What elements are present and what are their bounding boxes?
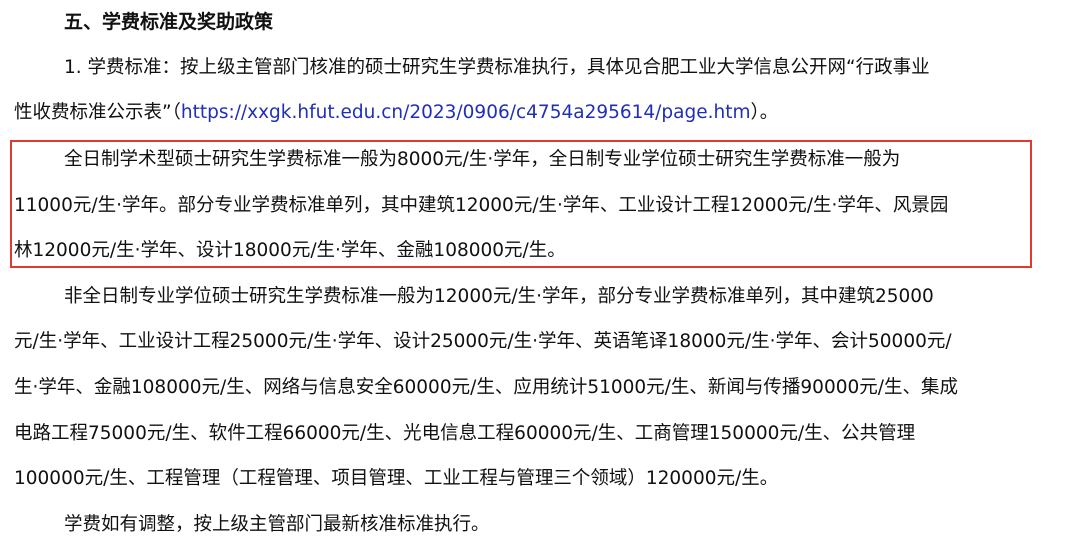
paragraph2-line3: 林12000元/生·学年、设计18000元/生·学年、金融108000元/生。 [14,240,566,261]
paragraph4-line1: 学费如有调整，按上级主管部门最新核准标准执行。 [64,514,490,535]
paragraph2-line1: 全日制学术型硕士研究生学费标准一般为8000元/生·学年，全日制专业学位硕士研究… [64,149,901,170]
paragraph1-line2: 性收费标准公示表”（https://xxgk.hfut.edu.cn/2023/… [14,99,778,127]
paragraph1-line1: 1. 学费标准：按上级主管部门核准的硕士研究生学费标准执行，具体见合肥工业大学信… [64,57,930,78]
paragraph1-line2-suffix: ）。 [750,102,779,123]
paragraph3-line1: 非全日制专业学位硕士研究生学费标准一般为12000元/生·学年，部分专业学费标准… [64,286,934,307]
section-heading: 五、学费标准及奖助政策 [64,11,274,33]
paragraph2-line2: 11000元/生·学年。部分专业学费标准单列，其中建筑12000元/生·学年、工… [14,195,949,216]
paragraph1-line2-prefix: 性收费标准公示表”（ [14,102,181,123]
paragraph3-line4: 电路工程75000元/生、软件工程66000元/生、光电信息工程60000元/生… [14,423,916,444]
paragraph3-line5: 100000元/生、工程管理（工程管理、项目管理、工业工程与管理三个领域）120… [14,468,779,489]
paragraph3-line3: 生·学年、金融108000元/生、网络与信息安全60000元/生、应用统计510… [14,377,958,398]
document-page: 五、学费标准及奖助政策 1. 学费标准：按上级主管部门核准的硕士研究生学费标准执… [0,0,1080,545]
fee-schedule-link[interactable]: https://xxgk.hfut.edu.cn/2023/0906/c4754… [181,102,751,123]
paragraph3-line2: 元/生·学年、工业设计工程25000元/生·学年、设计25000元/生·学年、英… [14,331,952,352]
